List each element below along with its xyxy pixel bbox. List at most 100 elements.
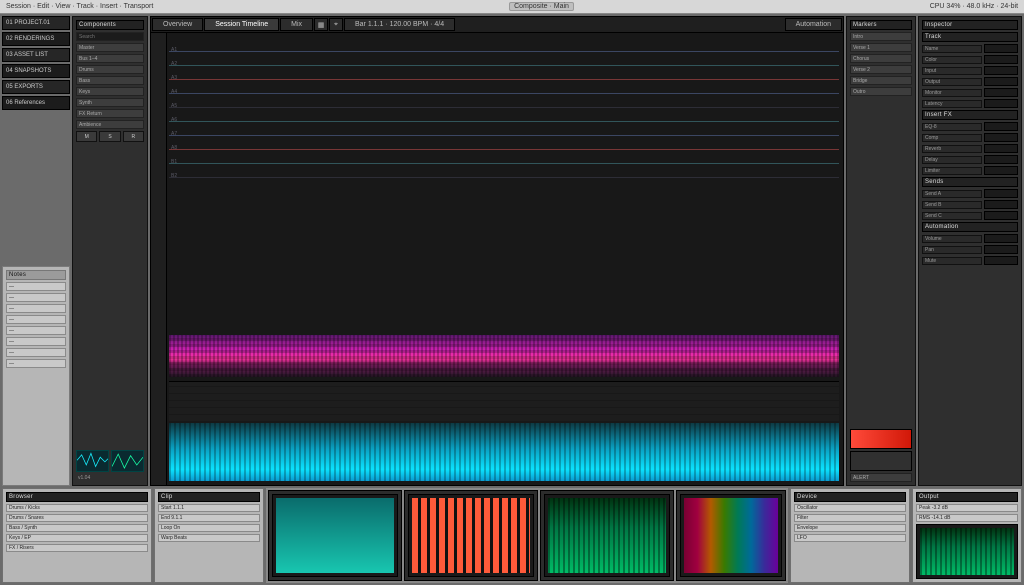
track-group[interactable]: FX Return bbox=[76, 109, 144, 118]
scope-teal[interactable] bbox=[272, 494, 398, 577]
marker-item[interactable]: Verse 1 bbox=[850, 43, 912, 52]
aux-row[interactable]: — bbox=[6, 315, 66, 324]
clip-row[interactable]: End 9.1.1 bbox=[158, 514, 260, 522]
prop-value[interactable] bbox=[984, 55, 1018, 64]
track-label[interactable]: B1 bbox=[171, 159, 177, 165]
device-row[interactable]: Filter bbox=[794, 514, 906, 522]
mute-button[interactable]: M bbox=[76, 131, 97, 142]
timeline-canvas[interactable]: /*tracks drawn below via CSS elements*/ … bbox=[151, 33, 843, 485]
track-label[interactable]: A4 bbox=[171, 89, 177, 95]
center-tabbar: Overview Session Timeline Mix ▦ ⌖ Bar 1.… bbox=[151, 17, 843, 33]
device-row[interactable]: Envelope bbox=[794, 524, 906, 532]
snap-toggle-icon[interactable]: ⌖ bbox=[329, 18, 343, 31]
os-status-right: CPU 34% · 48.0 kHz · 24-bit bbox=[930, 3, 1018, 10]
clip-row[interactable]: Start 1.1.1 bbox=[158, 504, 260, 512]
prop-value[interactable] bbox=[984, 77, 1018, 86]
prop-value[interactable] bbox=[984, 189, 1018, 198]
prop-value[interactable] bbox=[984, 166, 1018, 175]
aux-row[interactable]: — bbox=[6, 282, 66, 291]
track-group[interactable]: Keys bbox=[76, 87, 144, 96]
prop-value[interactable] bbox=[984, 155, 1018, 164]
rail-item[interactable]: 06 References bbox=[2, 96, 70, 110]
monitor-b bbox=[404, 490, 538, 581]
track-label[interactable]: A8 bbox=[171, 145, 177, 151]
prop-value[interactable] bbox=[984, 256, 1018, 265]
scope-hue[interactable] bbox=[680, 494, 782, 577]
track-group[interactable]: Ambience bbox=[76, 120, 144, 129]
grid-toggle-icon[interactable]: ▦ bbox=[314, 18, 328, 31]
track-header-gutter[interactable] bbox=[151, 33, 167, 485]
browser-row[interactable]: Bass / Synth bbox=[6, 524, 148, 532]
tab-overview[interactable]: Overview bbox=[152, 18, 203, 31]
prop-value[interactable] bbox=[984, 66, 1018, 75]
aux-row[interactable]: — bbox=[6, 348, 66, 357]
rec-button[interactable]: R bbox=[123, 131, 144, 142]
track-group[interactable]: Master bbox=[76, 43, 144, 52]
rail-item[interactable]: 03 ASSET LIST bbox=[2, 48, 70, 62]
warn-flag[interactable] bbox=[850, 451, 912, 471]
rail-item[interactable]: 05 EXPORTS bbox=[2, 80, 70, 94]
tab-mix[interactable]: Mix bbox=[280, 18, 313, 31]
browser-row[interactable]: Keys / EP bbox=[6, 534, 148, 542]
msr-strip: M S R bbox=[76, 131, 144, 142]
device-row[interactable]: LFO bbox=[794, 534, 906, 542]
scope-bars[interactable] bbox=[408, 494, 534, 577]
tab-automation[interactable]: Automation bbox=[785, 18, 842, 31]
dock-monitors bbox=[266, 488, 788, 583]
prop-value[interactable] bbox=[984, 44, 1018, 53]
prop-value[interactable] bbox=[984, 211, 1018, 220]
prop-value[interactable] bbox=[984, 88, 1018, 97]
search-input[interactable] bbox=[76, 32, 144, 41]
prop-value[interactable] bbox=[984, 234, 1018, 243]
prop-value[interactable] bbox=[984, 200, 1018, 209]
master-waveform[interactable] bbox=[169, 423, 839, 481]
prop-value[interactable] bbox=[984, 99, 1018, 108]
prop-value[interactable] bbox=[984, 133, 1018, 142]
track-label[interactable]: A6 bbox=[171, 117, 177, 123]
aux-row[interactable]: — bbox=[6, 359, 66, 368]
os-menu-left[interactable]: Session · Edit · View · Track · Insert ·… bbox=[6, 3, 153, 10]
browser-row[interactable]: Drums / Kicks bbox=[6, 504, 148, 512]
scope-spectrum[interactable] bbox=[544, 494, 670, 577]
track-group[interactable]: Bus 1–4 bbox=[76, 54, 144, 63]
dock-clip: Clip Start 1.1.1 End 9.1.1 Loop On Warp … bbox=[154, 488, 264, 583]
midi-grid[interactable] bbox=[169, 381, 839, 421]
prop-label: Limiter bbox=[922, 167, 982, 175]
device-row[interactable]: Oscillator bbox=[794, 504, 906, 512]
prop-value[interactable] bbox=[984, 144, 1018, 153]
browser-row[interactable]: Drums / Snares bbox=[6, 514, 148, 522]
track-group[interactable]: Bass bbox=[76, 76, 144, 85]
track-group[interactable]: Drums bbox=[76, 65, 144, 74]
marker-item[interactable]: Intro bbox=[850, 32, 912, 41]
prop-value[interactable] bbox=[984, 245, 1018, 254]
clip-row[interactable]: Loop On bbox=[158, 524, 260, 532]
track-label[interactable]: A7 bbox=[171, 131, 177, 137]
thumb-wave-a[interactable] bbox=[76, 450, 109, 472]
marker-item[interactable]: Verse 2 bbox=[850, 65, 912, 74]
rail-item[interactable]: 01 PROJECT.01 bbox=[2, 16, 70, 30]
track-label[interactable]: A1 bbox=[171, 47, 177, 53]
rail-item[interactable]: 04 SNAPSHOTS bbox=[2, 64, 70, 78]
marker-item[interactable]: Chorus bbox=[850, 54, 912, 63]
thumb-wave-b[interactable] bbox=[111, 450, 144, 472]
aux-row[interactable]: — bbox=[6, 293, 66, 302]
aux-row[interactable]: — bbox=[6, 337, 66, 346]
alert-flag[interactable] bbox=[850, 429, 912, 449]
track-label[interactable]: A5 bbox=[171, 103, 177, 109]
rail-item[interactable]: 02 RENDERINGS bbox=[2, 32, 70, 46]
aux-row[interactable]: — bbox=[6, 304, 66, 313]
output-meter[interactable] bbox=[916, 524, 1018, 579]
track-label[interactable]: A2 bbox=[171, 61, 177, 67]
track-group[interactable]: Synth bbox=[76, 98, 144, 107]
marker-item[interactable]: Outro bbox=[850, 87, 912, 96]
track-label[interactable]: A3 bbox=[171, 75, 177, 81]
browser-row[interactable]: FX / Risers bbox=[6, 544, 148, 552]
marker-item[interactable]: Bridge bbox=[850, 76, 912, 85]
spectral-view[interactable] bbox=[169, 335, 839, 377]
clip-row[interactable]: Warp Beats bbox=[158, 534, 260, 542]
aux-row[interactable]: — bbox=[6, 326, 66, 335]
track-label[interactable]: B2 bbox=[171, 173, 177, 179]
solo-button[interactable]: S bbox=[99, 131, 120, 142]
prop-value[interactable] bbox=[984, 122, 1018, 131]
tab-session[interactable]: Session Timeline bbox=[204, 18, 279, 31]
